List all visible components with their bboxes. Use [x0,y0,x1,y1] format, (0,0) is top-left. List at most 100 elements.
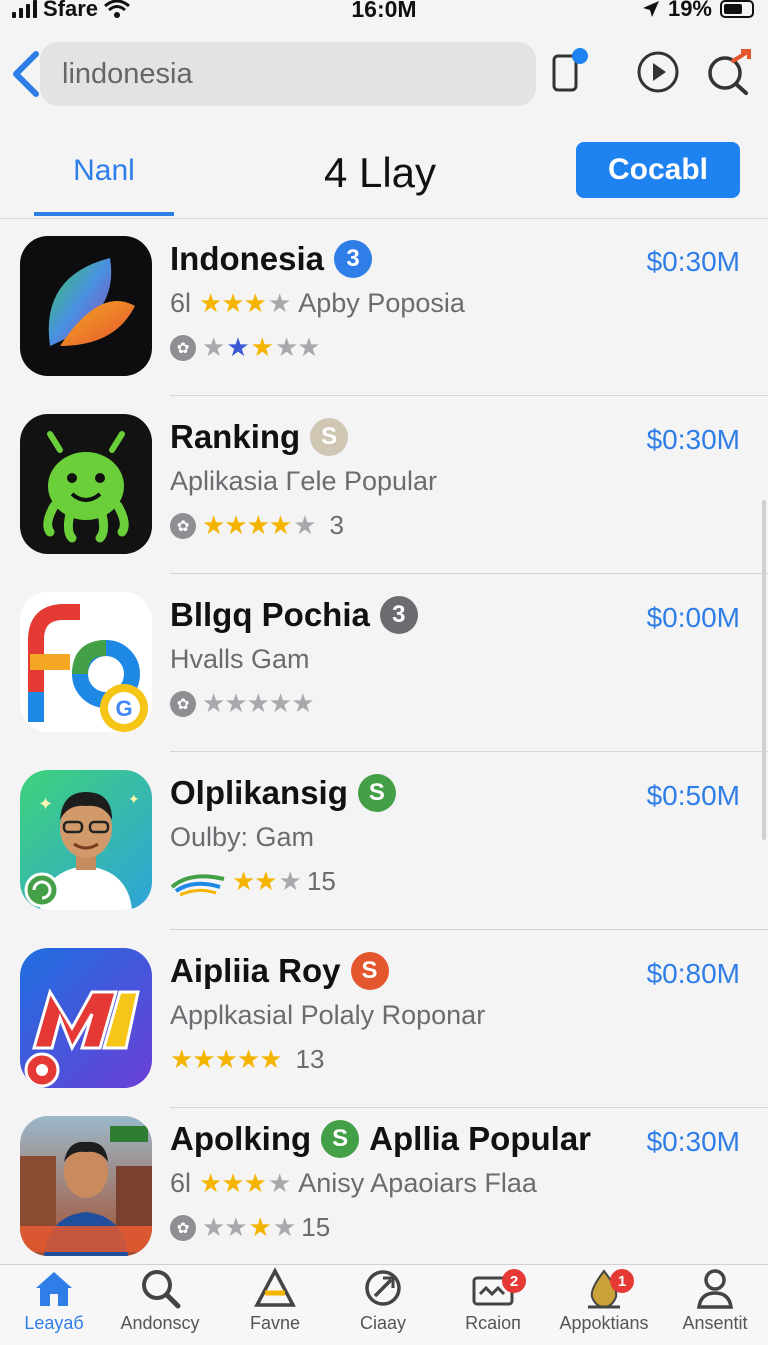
app-subtitle: 6l ★★★ ★ Apby Poposia [170,288,465,319]
rating-count: 3 [329,510,345,540]
price-label: $0:50M [646,780,740,811]
nav-home[interactable]: Leayaб [14,1265,94,1345]
app-name: Indonesia 3 [170,240,373,278]
app-icon-mn-logo [20,948,152,1088]
chevron-left-icon [13,51,39,97]
app-icon-person: ✦ ✦ [20,770,152,910]
rating-count: 15 [306,866,336,896]
app-category: Ηvalls Gam [170,644,310,674]
app-subtitle: Aplikasia Γele Popular [170,466,437,497]
developer-icon: ✿ [170,512,196,539]
rating-stars: ★★★ ★ [199,1168,291,1198]
app-title: Olplikansig [170,774,348,811]
nav-search[interactable]: Andonscy [110,1265,210,1345]
app-badge: S [310,418,349,456]
app-subtitle: 6l ★★★ ★ Anisy Apaoiars Flaa [170,1168,537,1199]
developer-icon: ✿ [170,690,196,717]
app-subtitle: Oulby: Gam [170,822,314,853]
app-category: Applkasial Polaly Roponar [170,1000,486,1030]
battery-percent: 19% [667,0,712,21]
app-icon-leaf [20,236,152,376]
app-name: Ranking S [170,418,349,456]
app-name: Apolking S Apllia Popular [170,1120,591,1158]
app-meta: ✿ ★★ ★ ★ 15 [170,1212,330,1243]
nav-label: Favne [249,1313,301,1333]
nav-favorites[interactable]: Favne [232,1265,318,1345]
app-badge: 3 [334,240,373,278]
developer-icon: ✿ [170,334,196,361]
app-category: Oulby: Gam [170,822,315,852]
page-title: 4 Llay [323,149,437,196]
app-title: Ranking [170,418,301,455]
price-label: $0:00M [646,602,740,633]
notification-badge: 1 [610,1269,634,1293]
tab-bar: Nanl 4 Llay Cocabl [0,130,768,219]
search-alt-button[interactable] [702,44,754,100]
app-meta: ✿ ★★★★ ★ 3 [170,510,344,541]
search-input[interactable] [60,56,536,92]
app-name: Olplikansig S [170,774,396,812]
nav-label: Leayaб [24,1313,84,1333]
price-label: $0:30M [646,246,740,277]
nav-updates[interactable]: Ciaay [340,1265,426,1345]
back-button[interactable] [8,48,44,100]
rating-stars: ★★★ ★ [199,288,291,318]
triangle-icon [254,1267,296,1307]
app-prefix: 6l [170,1168,192,1198]
rating-stars: ★★★★★ [202,510,317,540]
app-badge: S [357,774,396,812]
app-title: Indonesia [170,240,325,277]
nav-label: Ciaay [359,1313,407,1333]
price-label: $0:30M [646,1126,740,1157]
list-item[interactable]: Aipliia Roy S $0:80M Applkasial Polaly R… [0,930,768,1108]
app-title-suffix: Apllia Popular [369,1120,592,1157]
app-prefix: 6l [170,288,192,318]
list-item[interactable]: G Bllgq Pochia 3 $0:00M Ηvalls Gam ✿ ★★★… [0,574,768,752]
app-subtitle: Ηvalls Gam [170,644,310,675]
list-item[interactable]: Indonesia 3 $0:30M 6l ★★★ ★ Apby Poposia … [0,218,768,396]
nav-applications[interactable]: 1 Appoktians [552,1265,656,1345]
svg-text:✦: ✦ [128,792,140,808]
rating-stars-secondary: ★★ ★ ★ [202,1212,296,1242]
scrollbar[interactable] [762,500,766,840]
notification-badge: 2 [502,1269,526,1293]
developer-icon: ✿ [170,1214,196,1241]
location-icon [642,1,659,17]
app-badge: S [321,1120,360,1158]
status-bar: Sfare 16:0M 19% [0,0,768,26]
list-item[interactable]: ✦ ✦ Olplikansig S $0:50M Oulby: Gam ★★ ★ 1… [0,752,768,930]
status-right: 19% [642,0,754,22]
notifications-button[interactable] [542,44,594,100]
rating-stars-secondary: ★ ★ ★ ★★ [202,332,321,362]
price-label: $0:80M [646,958,740,989]
svg-text:✦: ✦ [38,794,53,815]
app-badge: 3 [379,596,418,634]
app-title: Bllgq Pochia [170,596,370,633]
app-category: Aplikasia Γele Popular [170,466,438,496]
nav-inbox[interactable]: 2 Rcaioп [450,1265,536,1345]
list-item[interactable]: Apolking S Apllia Popular $0:30M 6l ★★★ ★… [0,1098,768,1264]
nav-account[interactable]: Ansentit [674,1265,756,1345]
app-name: Aipliia Roy S [170,952,389,990]
search-arrow-icon [708,49,751,95]
tab-first[interactable]: Nanl [34,130,174,216]
app-icon-photo [20,1116,152,1256]
phone-notification-icon [552,48,588,92]
app-icon-monster [20,414,152,554]
nav-label: Andonscy [120,1313,200,1333]
nav-label: Ansentit [682,1313,748,1333]
battery-icon [720,0,754,18]
search-icon [142,1270,181,1309]
action-button[interactable]: Cocabl [576,142,740,198]
play-button[interactable] [632,44,684,100]
app-subtitle: Applkasial Polaly Roponar [170,1000,485,1031]
list-item[interactable]: Ranking S $0:30M Aplikasia Γele Popular … [0,396,768,574]
app-badge: S [350,952,389,990]
nav-label: Rcaioп [465,1313,521,1333]
rating-count: 13 [295,1044,325,1074]
search-bar[interactable] [40,42,536,106]
app-category: Apby Poposia [298,288,465,318]
app-meta: ✿ ★★★★★ [170,332,321,363]
person-icon [696,1269,734,1309]
bottom-nav: Leayaб Andonscy Favne Ciaay 2 Rcaioп 1 A… [0,1264,768,1345]
